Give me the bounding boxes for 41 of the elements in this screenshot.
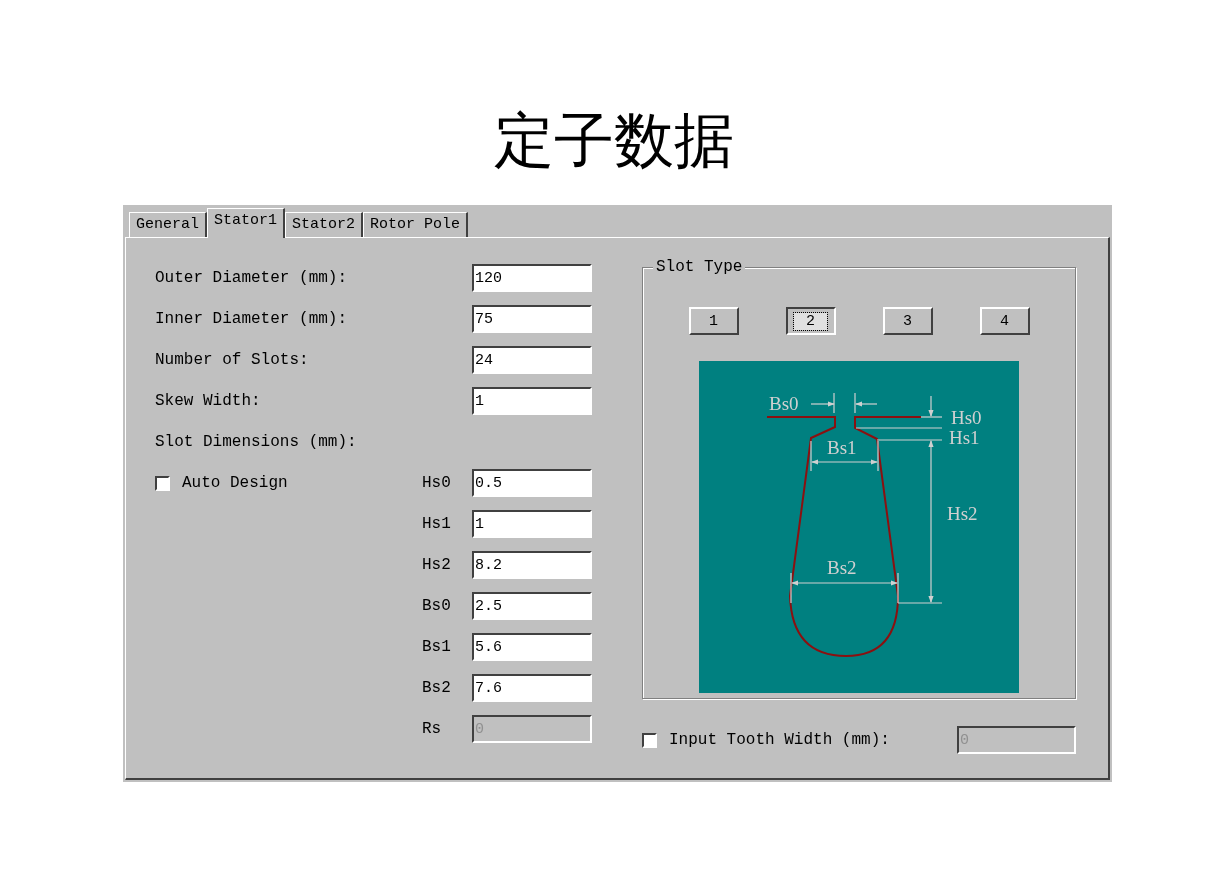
dimension-label: Hs0	[951, 407, 982, 428]
group-title: Slot Type	[653, 258, 746, 276]
dimension-label: Bs2	[827, 557, 857, 578]
input-field[interactable]: 1	[472, 387, 592, 415]
field-label: Hs2	[422, 556, 452, 574]
field-label: Outer Diameter (mm):	[155, 269, 349, 287]
field-label: Bs2	[422, 679, 452, 697]
checkbox[interactable]	[155, 475, 170, 491]
input-field[interactable]: 8.2	[472, 551, 592, 579]
page-title: 定子数据	[493, 104, 735, 177]
field-label: Hs0	[422, 474, 452, 492]
slot-type-button[interactable]: 1	[688, 307, 739, 335]
slot-type-button[interactable]: 3	[882, 307, 933, 335]
dimension-label: Bs1	[827, 437, 857, 458]
input-field[interactable]: 1	[472, 510, 592, 538]
slot-type-button[interactable]: 2	[785, 307, 836, 335]
checkbox-label: Input Tooth Width (mm):	[669, 731, 890, 749]
dimension-label: Bs0	[769, 393, 799, 414]
tab[interactable]: Rotor Pole	[363, 212, 469, 237]
input-field[interactable]: 5.6	[472, 633, 592, 661]
input-field[interactable]: 75	[472, 305, 592, 333]
dimension-label: Hs1	[949, 427, 980, 448]
input-field[interactable]: 2.5	[472, 592, 592, 620]
field-label: Bs0	[422, 597, 452, 615]
input-field[interactable]: 7.6	[472, 674, 592, 702]
dimension-label: Hs2	[947, 503, 978, 524]
field-label: Skew Width:	[155, 392, 262, 410]
field-label: Bs1	[422, 638, 452, 656]
field-label: Hs1	[422, 515, 452, 533]
input-field[interactable]: 24	[472, 346, 592, 374]
field-label: Rs	[422, 720, 443, 738]
tab[interactable]: Stator2	[285, 212, 364, 237]
input-field[interactable]: 0.5	[472, 469, 592, 497]
section-label: Slot Dimensions (mm):	[155, 433, 358, 451]
input-field[interactable]: 120	[472, 264, 592, 292]
field-label: Inner Diameter (mm):	[155, 310, 349, 328]
field-label: Number of Slots:	[155, 351, 310, 369]
checkbox-label: Auto Design	[182, 474, 288, 492]
tab[interactable]: Stator1	[207, 208, 286, 238]
slot-type-button[interactable]: 4	[979, 307, 1030, 335]
tab[interactable]: General	[129, 212, 207, 237]
